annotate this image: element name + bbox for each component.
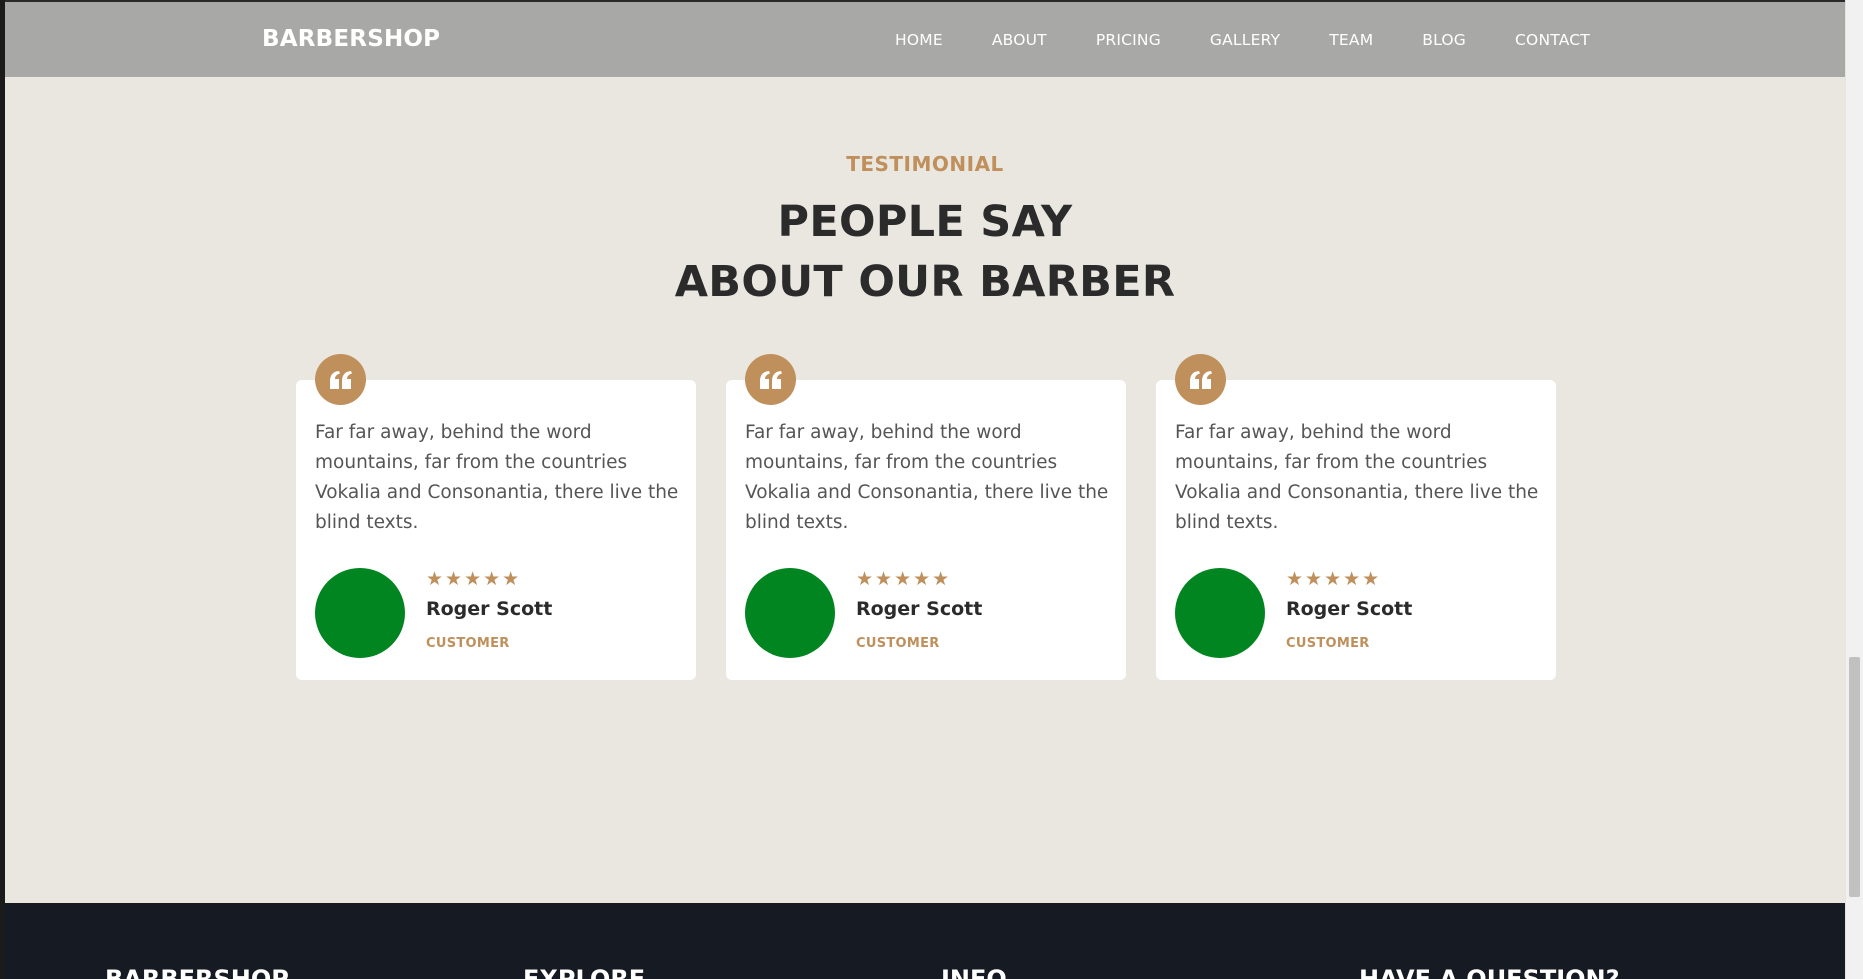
quote-icon [315, 354, 366, 405]
nav-blog[interactable]: BLOG [1422, 31, 1466, 49]
section-heading: PEOPLE SAY ABOUT OUR BARBER [5, 192, 1845, 312]
footer-title-brand: BARBERSHOP [105, 965, 289, 979]
testimonial-text: Far far away, behind the word mountains,… [1175, 422, 1539, 533]
nav-pricing[interactable]: PRICING [1096, 31, 1161, 49]
star-rating: ★★★★★ [426, 568, 522, 590]
nav-contact[interactable]: CONTACT [1515, 31, 1590, 49]
footer: BARBERSHOP EXPLORE INFO HAVE A QUESTION? [5, 903, 1845, 979]
heading-line-1: PEOPLE SAY [777, 197, 1073, 247]
reviewer-name: Roger Scott [856, 598, 983, 620]
footer-title-question: HAVE A QUESTION? [1359, 965, 1620, 979]
avatar [1175, 568, 1265, 658]
testimonial-text: Far far away, behind the word mountains,… [315, 422, 679, 533]
heading-line-2: ABOUT OUR BARBER [674, 257, 1176, 307]
testimonial-card: Far far away, behind the word mountains,… [726, 380, 1126, 680]
footer-title-info: INFO [941, 965, 1007, 979]
nav-team[interactable]: TEAM [1329, 31, 1373, 49]
main-nav: HOME ABOUT PRICING GALLERY TEAM BLOG CON… [895, 31, 1639, 49]
testimonial-card: Far far away, behind the word mountains,… [1156, 380, 1556, 680]
testimonial-text: Far far away, behind the word mountains,… [745, 422, 1109, 533]
avatar [315, 568, 405, 658]
reviewer-name: Roger Scott [426, 598, 553, 620]
reviewer-name: Roger Scott [1286, 598, 1413, 620]
nav-home[interactable]: HOME [895, 31, 943, 49]
footer-title-explore: EXPLORE [523, 965, 646, 979]
star-rating: ★★★★★ [856, 568, 952, 590]
quote-icon [745, 354, 796, 405]
reviewer-role: CUSTOMER [1286, 636, 1370, 651]
nav-gallery[interactable]: GALLERY [1210, 31, 1280, 49]
brand-logo[interactable]: BARBERSHOP [262, 26, 440, 52]
vertical-scrollbar[interactable] [1845, 0, 1863, 979]
reviewer-role: CUSTOMER [856, 636, 940, 651]
star-rating: ★★★★★ [1286, 568, 1382, 590]
avatar [745, 568, 835, 658]
testimonial-card: Far far away, behind the word mountains,… [296, 380, 696, 680]
quote-icon [1175, 354, 1226, 405]
scrollbar-thumb[interactable] [1849, 657, 1860, 897]
window-left-border [0, 0, 5, 979]
nav-about[interactable]: ABOUT [992, 31, 1047, 49]
section-subheading: TESTIMONIAL [846, 152, 1004, 176]
reviewer-role: CUSTOMER [426, 636, 510, 651]
navbar: BARBERSHOP HOME ABOUT PRICING GALLERY TE… [5, 2, 1845, 77]
